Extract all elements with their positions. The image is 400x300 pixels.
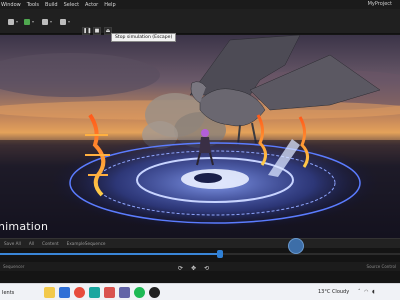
chrome-icon[interactable] — [74, 287, 85, 298]
unreal-icon[interactable] — [149, 287, 160, 298]
windows-taskbar: Ients 13°C Cloudy ˄ ◠ ◖ — [0, 283, 400, 300]
timeline-progress — [0, 253, 220, 255]
pan-icon[interactable]: ✥ — [191, 265, 196, 272]
record-marker[interactable] — [288, 238, 304, 254]
main-toolbar: ▾ ▾ ▾ ▾ ❚❚ ■ ⏏ — [0, 9, 400, 35]
content-breadcrumb: Save All All Content ExampleSequence — [0, 238, 400, 248]
blueprint-button[interactable]: ▾ — [42, 17, 52, 26]
pause-button[interactable]: ❚❚ — [82, 27, 92, 35]
add-content-button[interactable]: ▾ — [24, 17, 34, 26]
mail-icon[interactable] — [59, 287, 70, 298]
menu-help[interactable]: Help — [104, 2, 121, 8]
teams-icon[interactable] — [119, 287, 130, 298]
menu-actor[interactable]: Actor — [85, 2, 104, 8]
cinematics-button[interactable]: ▾ — [60, 17, 70, 26]
breadcrumb-sequence[interactable]: ExampleSequence — [63, 241, 110, 246]
add-icon — [24, 18, 30, 25]
pause-icon: ❚❚ — [83, 28, 92, 34]
taskbar-date: Ients — [2, 290, 15, 296]
chevron-down-icon: ▾ — [50, 19, 53, 24]
menu-select[interactable]: Select — [64, 2, 85, 8]
edge-icon[interactable] — [89, 287, 100, 298]
project-name: MyProject — [367, 1, 392, 7]
spotify-icon[interactable] — [134, 287, 145, 298]
clapper-icon — [60, 18, 66, 25]
eject-icon: ⏏ — [105, 28, 111, 34]
save-all-button[interactable]: Save All — [0, 241, 25, 246]
animation-title: nimation — [0, 220, 49, 233]
file-explorer-icon[interactable] — [44, 287, 55, 298]
stop-tooltip: Stop simulation (Escape) — [111, 33, 177, 42]
menu-build[interactable]: Build — [45, 2, 64, 8]
chevron-down-icon: ▾ — [32, 19, 35, 24]
cloud — [0, 53, 160, 97]
office-icon[interactable] — [104, 287, 115, 298]
camera-controls: ⟳ ✥ ⟲ — [178, 265, 209, 272]
save-icon — [8, 18, 14, 25]
menu-bar: Window Tools Build Select Actor Help MyP… — [0, 0, 400, 9]
rotate-icon[interactable]: ⟳ — [178, 265, 183, 272]
sequencer-timeline[interactable] — [0, 238, 400, 262]
stop-icon: ■ — [94, 28, 100, 34]
reset-icon[interactable]: ⟲ — [204, 265, 209, 272]
blueprint-icon — [42, 18, 48, 25]
sequencer-tab[interactable]: Sequencer — [0, 264, 24, 269]
level-viewport[interactable]: nimation — [0, 35, 400, 247]
scene-render — [0, 35, 400, 247]
menu-tools[interactable]: Tools — [27, 2, 45, 8]
chevron-down-icon: ▾ — [68, 19, 71, 24]
weather-widget[interactable]: 13°C Cloudy — [318, 289, 349, 295]
source-control-status[interactable]: Source Control — [367, 264, 396, 269]
playhead-handle[interactable] — [217, 250, 223, 258]
yin-yang-dark — [194, 173, 222, 183]
chevron-up-icon: ˄ — [358, 289, 362, 295]
breadcrumb-content[interactable]: Content — [38, 241, 63, 246]
breadcrumb-all[interactable]: All — [25, 241, 38, 246]
menu-window[interactable]: Window — [0, 2, 27, 8]
save-button[interactable]: ▾ — [8, 17, 18, 26]
network-icon: ◠ — [364, 289, 370, 295]
chevron-down-icon: ▾ — [16, 19, 19, 24]
volume-icon: ◖ — [372, 289, 376, 295]
taskbar-icons — [44, 287, 160, 298]
stop-button[interactable]: ■ — [93, 27, 101, 35]
system-tray[interactable]: ˄ ◠ ◖ — [358, 289, 376, 295]
